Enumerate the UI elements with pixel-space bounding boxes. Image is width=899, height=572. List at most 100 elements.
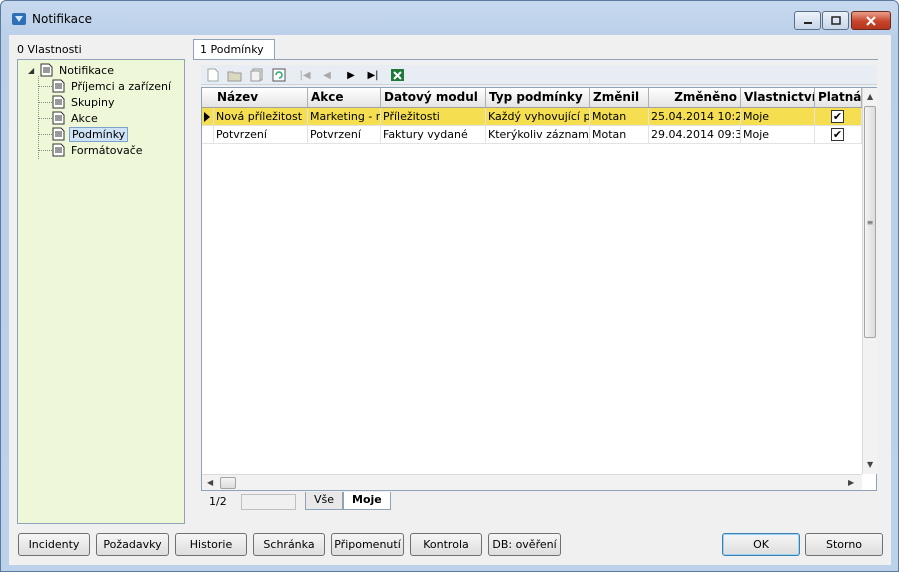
db-verification-button[interactable]: DB: ověření	[488, 533, 561, 556]
grid-header: Název Akce Datový modul Typ podmínky Změ…	[202, 88, 862, 108]
tab-vse[interactable]: Vše	[305, 492, 344, 510]
cancel-button[interactable]: Storno	[805, 533, 883, 556]
cell-platna: ✔	[815, 126, 862, 144]
cell-zmeneno[interactable]: 29.04.2014 09:38	[649, 126, 741, 144]
horizontal-scroll-thumb[interactable]	[220, 477, 236, 489]
column-header-zmenil[interactable]: Změnil	[590, 88, 649, 107]
tab-moje[interactable]: Moje	[343, 492, 391, 510]
cell-akce[interactable]: Potvrzení	[308, 126, 381, 144]
tree-item-formatovace[interactable]: Formátovače	[52, 142, 145, 158]
close-icon	[866, 15, 876, 26]
table-row[interactable]: Potvrzení Potvrzení Faktury vydané Který…	[202, 126, 862, 144]
last-record-icon[interactable]: ▶|	[365, 67, 381, 83]
tree-connector	[38, 118, 52, 119]
open-icon[interactable]	[227, 67, 243, 83]
scroll-right-icon[interactable]: ▶	[848, 478, 854, 487]
column-header-akce[interactable]: Akce	[308, 88, 381, 107]
copy-icon[interactable]	[249, 67, 265, 83]
mailbox-button[interactable]: Schránka	[253, 533, 325, 556]
horizontal-scrollbar[interactable]: ◀ ▶	[202, 474, 862, 490]
tree-root[interactable]: ◢ Notifikace	[28, 62, 116, 78]
tree-connector	[38, 150, 52, 151]
column-header-nazev[interactable]: Název	[214, 88, 308, 107]
collapse-icon[interactable]: ◢	[28, 66, 36, 75]
cell-platna: ✔	[815, 108, 862, 126]
scroll-down-icon[interactable]: ▼	[867, 460, 873, 469]
tree-item-skupiny[interactable]: Skupiny	[52, 94, 117, 110]
vertical-scrollbar[interactable]: ▲ ≡ ▼	[862, 88, 877, 474]
vertical-scroll-thumb[interactable]: ≡	[864, 106, 876, 338]
valid-checkbox[interactable]: ✔	[831, 110, 844, 123]
tree-item-label: Skupiny	[71, 95, 115, 109]
maximize-button[interactable]	[822, 11, 849, 30]
cell-datovy-modul[interactable]: Faktury vydané	[381, 126, 486, 144]
cell-vlastnictvi[interactable]: Moje	[741, 126, 815, 144]
tree-connector	[38, 86, 52, 87]
excel-export-icon[interactable]	[389, 67, 405, 83]
window-client: 0 Vlastnosti ◢ Notifikace Příjemci a zař…	[9, 35, 891, 565]
status-field	[241, 494, 296, 510]
column-header-vlastnictvi[interactable]: Vlastnictví	[741, 88, 815, 107]
conditions-grid: Název Akce Datový modul Typ podmínky Změ…	[201, 87, 877, 491]
app-icon	[12, 13, 26, 25]
cell-zmenil[interactable]: Motan	[590, 126, 649, 144]
column-header-datovy-modul[interactable]: Datový modul	[381, 88, 486, 107]
tree-item-prijemci[interactable]: Příjemci a zařízení	[52, 78, 173, 94]
cell-datovy-modul[interactable]: Příležitosti	[381, 108, 486, 126]
cell-typ-podminky[interactable]: Kterýkoliv záznam	[486, 126, 590, 144]
current-row-arrow-icon	[204, 112, 210, 122]
row-indicator	[202, 126, 214, 144]
cell-akce[interactable]: Marketing - nov	[308, 108, 381, 126]
minimize-button[interactable]	[794, 11, 821, 30]
tree-panel: ◢ Notifikace Příjemci a zařízení Skupiny…	[17, 59, 185, 524]
cell-nazev[interactable]: Nová příležitost	[214, 108, 308, 126]
tree-connector	[38, 134, 52, 135]
document-icon	[52, 95, 65, 109]
next-record-icon[interactable]: ▶	[343, 67, 359, 83]
column-header-platna[interactable]: Platná	[815, 88, 862, 107]
scroll-left-icon[interactable]: ◀	[207, 478, 213, 487]
history-button[interactable]: Historie	[175, 533, 247, 556]
scroll-up-icon[interactable]: ▲	[867, 92, 873, 101]
ok-button[interactable]: OK	[722, 533, 800, 556]
column-header-zmeneno[interactable]: Změněno	[649, 88, 741, 107]
document-icon	[40, 63, 53, 77]
cell-zmeneno[interactable]: 25.04.2014 10:27	[649, 108, 741, 126]
cell-typ-podminky[interactable]: Každý vyhovující pod	[486, 108, 590, 126]
tab-content: |◀ ◀ ▶ ▶| Název Akce Datový modul Typ po…	[193, 60, 878, 524]
column-header-typ-podminky[interactable]: Typ podmínky	[486, 88, 590, 107]
refresh-icon[interactable]	[271, 67, 287, 83]
properties-label: 0 Vlastnosti	[17, 43, 82, 56]
requests-button[interactable]: Požadavky	[96, 533, 169, 556]
valid-checkbox[interactable]: ✔	[831, 128, 844, 141]
document-icon	[52, 79, 65, 93]
reminder-button[interactable]: Připomenutí	[331, 533, 404, 556]
close-button[interactable]	[851, 11, 891, 30]
tab-podminky[interactable]: 1 Podmínky	[193, 39, 275, 60]
notifikace-window: Notifikace 0 Vlastnosti ◢ Notifikace Pří…	[0, 0, 899, 572]
cell-nazev[interactable]: Potvrzení	[214, 126, 308, 144]
document-icon	[52, 127, 65, 141]
previous-record-icon[interactable]: ◀	[319, 67, 335, 83]
tree-root-label: Notifikace	[59, 63, 114, 77]
minimize-icon	[803, 21, 812, 24]
new-record-icon[interactable]	[205, 67, 221, 83]
page-indicator: 1/2	[209, 495, 227, 508]
tree-item-label: Akce	[71, 111, 98, 125]
incidents-button[interactable]: Incidenty	[18, 533, 90, 556]
check-button[interactable]: Kontrola	[410, 533, 482, 556]
tree-item-podminky[interactable]: Podmínky	[52, 126, 129, 142]
tree-item-label: Podmínky	[69, 126, 129, 142]
title-bar: Notifikace	[1, 1, 898, 35]
maximize-icon	[830, 16, 841, 25]
tree-item-akce[interactable]: Akce	[52, 110, 100, 126]
cell-zmenil[interactable]: Motan	[590, 108, 649, 126]
cell-vlastnictvi[interactable]: Moje	[741, 108, 815, 126]
grid-status-bar: 1/2 Vše Moje	[201, 492, 877, 512]
tree-item-label: Příjemci a zařízení	[71, 79, 172, 93]
tree-connector	[38, 102, 52, 103]
grid-toolbar: |◀ ◀ ▶ ▶|	[201, 65, 877, 85]
table-row[interactable]: Nová příležitost Marketing - nov Příleži…	[202, 108, 862, 126]
document-icon	[52, 111, 65, 125]
first-record-icon[interactable]: |◀	[297, 67, 313, 83]
